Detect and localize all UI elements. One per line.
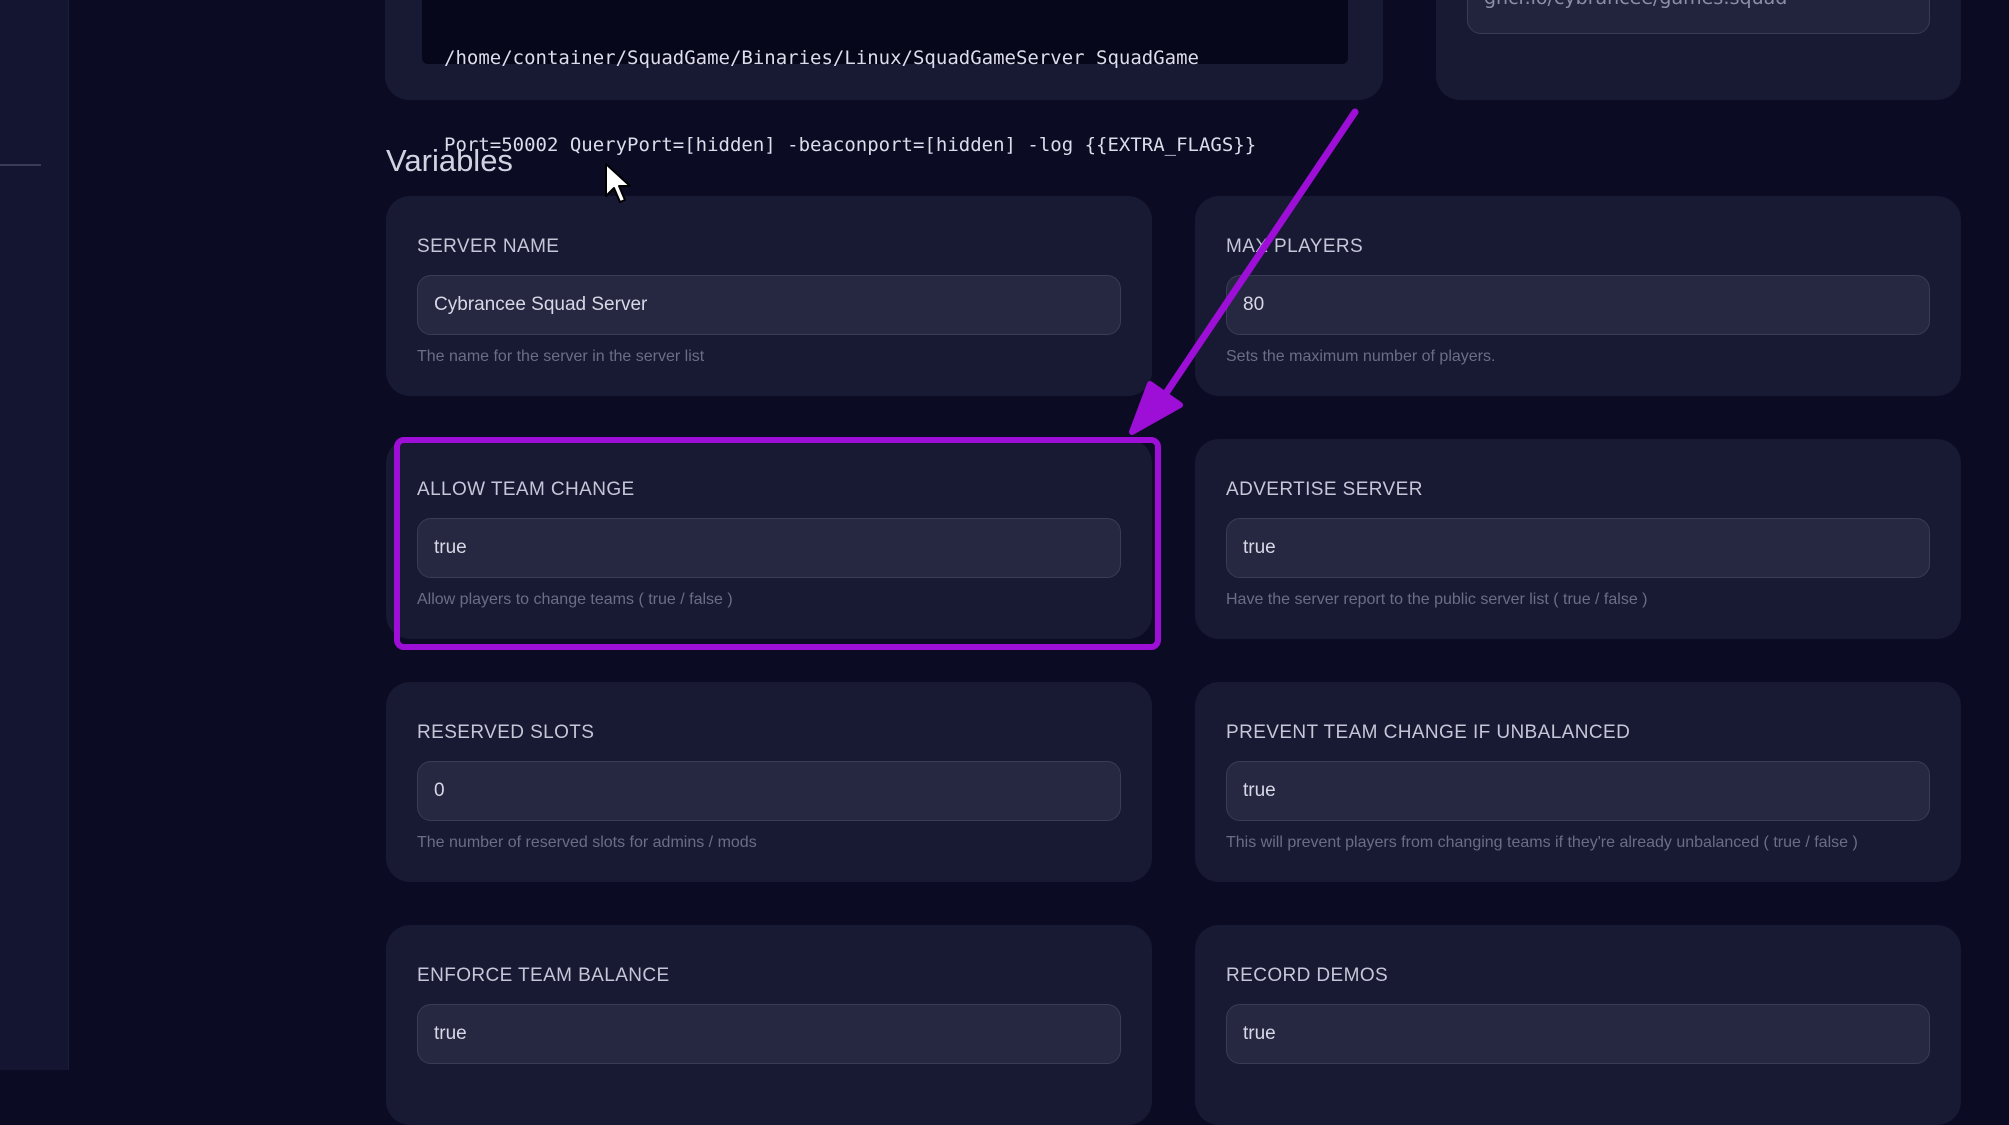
mouse-cursor-icon: [605, 163, 631, 203]
annotation-arrow: [1129, 108, 1359, 435]
